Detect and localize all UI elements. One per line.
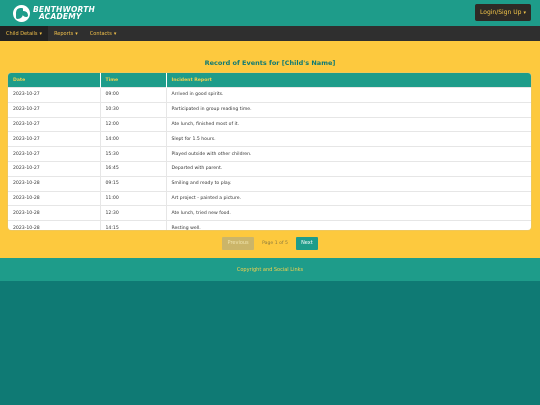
login-signup-button[interactable]: Login/Sign Up ▾ xyxy=(475,4,531,21)
table-row: 2023-10-28 12:30 Ate lunch, tried new food… xyxy=(8,205,531,221)
page-title: Record of Events for [Child's Name] xyxy=(204,59,336,67)
column-header-time[interactable]: Time xyxy=(100,73,167,88)
table-row: 2023-10-27 16:45 Departed with parent. xyxy=(8,160,531,177)
table-row: 2023-10-27 09:00 Arrived in good spirits. xyxy=(8,87,531,103)
nav-item-reports[interactable]: Reports ▾ xyxy=(48,26,84,41)
cell-time: 09:15 xyxy=(100,175,167,192)
cell-date: 2023-10-27 xyxy=(8,116,101,132)
nav-item-label: Reports xyxy=(54,30,74,37)
cell-time: 12:30 xyxy=(100,205,167,221)
table-row: 2023-10-27 15:30 Played outside with other… xyxy=(8,146,531,162)
cell-date: 2023-10-28 xyxy=(8,190,101,206)
main-navbar: Child Details ▾ Reports ▾ Contacts ▾ xyxy=(0,26,540,41)
nav-item-child-details[interactable]: Child Details ▾ xyxy=(0,26,49,41)
cell-incident-report: Slept for 1.5 hours. xyxy=(166,131,531,147)
nav-item-label: Child Details xyxy=(6,30,38,37)
table-row: 2023-10-27 14:00 Slept for 1.5 hours. xyxy=(8,131,531,147)
cell-incident-report: Resting well. xyxy=(166,220,531,230)
cell-time: 14:00 xyxy=(100,131,167,147)
cell-incident-report: Smiling and ready to play. xyxy=(166,175,531,192)
next-page-button[interactable]: Next xyxy=(295,236,318,250)
cell-date: 2023-10-27 xyxy=(8,131,101,147)
cell-incident-report: Arrived in good spirits. xyxy=(166,87,531,103)
cell-incident-report: Departed with parent. xyxy=(166,160,531,177)
cell-incident-report: Played outside with other children. xyxy=(166,146,531,162)
cell-date: 2023-10-28 xyxy=(8,220,101,230)
table-header-row: Date Time Incident Report xyxy=(8,73,531,88)
column-header-incident-report[interactable]: Incident Report xyxy=(166,73,531,88)
login-signup-label: Login/Sign Up xyxy=(480,9,522,16)
cell-time: 12:00 xyxy=(100,116,167,132)
cell-time: 10:30 xyxy=(100,101,167,118)
table-row: 2023-10-28 14:15 Resting well. xyxy=(8,220,531,230)
page-info: Page 1 of 5 xyxy=(262,240,288,246)
cell-date: 2023-10-28 xyxy=(8,175,101,192)
cell-incident-report: Ate lunch, finished most of it. xyxy=(166,116,531,132)
main-content: Record of Events for [Child's Name] Date… xyxy=(0,41,540,258)
cell-time: 15:30 xyxy=(100,146,167,162)
events-table: Date Time Incident Report 2023-10-27 09:0… xyxy=(8,73,531,230)
logo-icon xyxy=(13,4,30,22)
cell-date: 2023-10-27 xyxy=(8,160,101,177)
logo-text: BENTHWORTH ACADEMY xyxy=(33,6,95,21)
cell-time: 11:00 xyxy=(100,190,167,206)
table-row: 2023-10-28 11:00 Art project - painted a p… xyxy=(8,190,531,206)
cell-date: 2023-10-27 xyxy=(8,87,101,103)
column-header-date[interactable]: Date xyxy=(8,73,101,88)
cell-date: 2023-10-28 xyxy=(8,205,101,221)
logo-line-2: ACADEMY xyxy=(39,12,82,21)
caret-down-icon: ▾ xyxy=(75,30,78,37)
cell-incident-report: Art project - painted a picture. xyxy=(166,190,531,206)
caret-down-icon: ▾ xyxy=(39,30,43,37)
table-row: 2023-10-27 12:00 Ate lunch, finished most … xyxy=(8,116,531,132)
caret-down-icon: ▾ xyxy=(113,30,117,37)
previous-page-button[interactable]: Previous xyxy=(222,236,255,250)
site-logo[interactable]: BENTHWORTH ACADEMY xyxy=(13,4,95,22)
cell-date: 2023-10-27 xyxy=(8,101,101,118)
cell-time: 16:45 xyxy=(100,160,167,177)
footer-text[interactable]: Copyright and Social Links xyxy=(237,267,303,273)
cell-incident-report: Participated in group reading time. xyxy=(166,101,531,118)
caret-down-icon: ▾ xyxy=(523,9,526,16)
cell-time: 14:15 xyxy=(100,220,167,230)
table-row: 2023-10-27 10:30 Participated in group rea… xyxy=(8,101,531,118)
site-footer: Copyright and Social Links xyxy=(0,258,540,281)
site-header: BENTHWORTH ACADEMY Login/Sign Up ▾ xyxy=(0,0,540,26)
pagination: Previous Page 1 of 5 Next xyxy=(0,236,540,250)
events-table-body: 2023-10-27 09:00 Arrived in good spirits. 2… xyxy=(8,87,531,230)
cell-incident-report: Ate lunch, tried new food. xyxy=(166,205,531,221)
nav-item-contacts[interactable]: Contacts ▾ xyxy=(84,26,123,41)
events-table-card: Date Time Incident Report 2023-10-27 09:0… xyxy=(8,73,531,230)
nav-item-label: Contacts xyxy=(89,30,112,37)
table-row: 2023-10-28 09:15 Smiling and ready to play… xyxy=(8,175,531,192)
cell-date: 2023-10-27 xyxy=(8,146,101,162)
cell-time: 09:00 xyxy=(100,87,167,103)
